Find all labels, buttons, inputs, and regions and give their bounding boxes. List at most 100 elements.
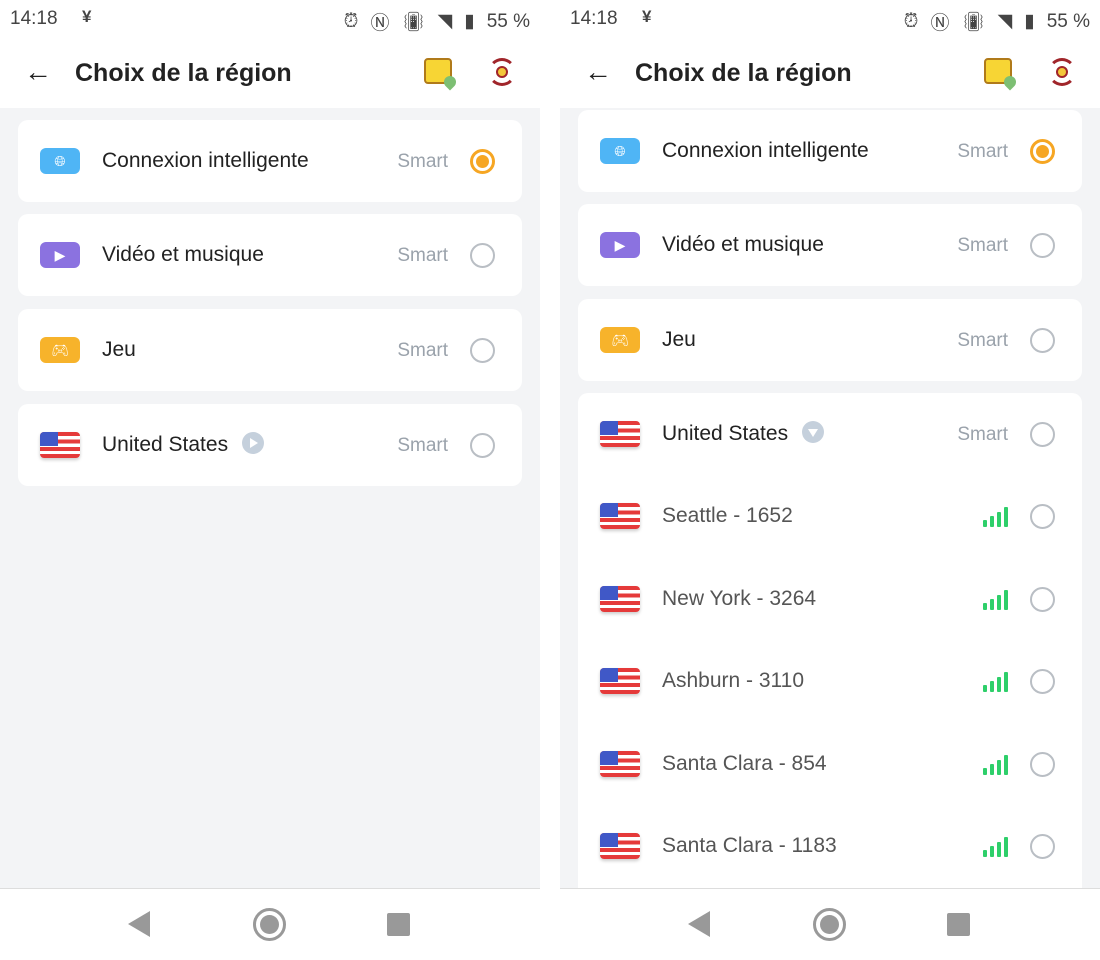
server-row[interactable]: Ashburn - 3110 — [578, 640, 1082, 722]
select-radio[interactable] — [1030, 586, 1055, 612]
us-flag-icon — [600, 585, 640, 612]
signal-bar — [997, 512, 1001, 527]
region-label: United States — [662, 421, 825, 446]
smart-tag: Smart — [957, 330, 1008, 351]
status-time: 14:18 — [570, 8, 618, 29]
status-time: 14:18 — [10, 8, 58, 29]
select-radio[interactable] — [1030, 139, 1055, 164]
usb-debug-icon: ¥ — [642, 7, 652, 26]
refresh-center-icon — [1056, 66, 1068, 78]
globe-icon: 🌐︎ — [600, 138, 640, 164]
location-pin-icon — [441, 73, 459, 91]
server-row[interactable]: Santa Clara - 1183 — [578, 805, 1082, 887]
play-icon: ▶ — [600, 232, 640, 258]
status-icons: ⏰︎ Ⓝ 📳︎ ◥ ▮ 55 % — [904, 8, 1090, 35]
region-card: 🌐︎ Connexion intelligente Smart — [578, 110, 1082, 192]
select-radio[interactable] — [470, 149, 495, 174]
select-radio[interactable] — [1030, 669, 1055, 694]
page-title: Choix de la région — [75, 59, 292, 87]
select-radio[interactable] — [1030, 834, 1055, 859]
region-row[interactable]: 🎮︎ Jeu Smart — [18, 309, 522, 391]
signal-bar — [997, 842, 1001, 857]
smart-tag: Smart — [397, 435, 448, 456]
screen-right: 14:18 ¥ ⏰︎ Ⓝ 📳︎ ◥ ▮ 55 % ← Choix de la région 🌐︎ Co… — [560, 0, 1100, 960]
back-arrow-icon[interactable]: ← — [584, 56, 612, 88]
alarm-icon: ⏰︎ — [343, 10, 359, 32]
signal-strength-icon — [983, 672, 1008, 692]
globe-icon: 🌐︎ — [40, 148, 80, 174]
region-label-text: Santa Clara - 1183 — [662, 834, 837, 857]
nav-recents-button[interactable] — [387, 913, 410, 936]
smart-tag: Smart — [397, 151, 448, 172]
region-label: Seattle - 1652 — [662, 504, 793, 528]
wifi-icon: ◥ — [437, 11, 453, 32]
region-label: New York - 3264 — [662, 587, 816, 611]
signal-bar — [990, 598, 994, 610]
signal-bar — [990, 846, 994, 857]
select-radio[interactable] — [1030, 233, 1055, 258]
screen-left: 14:18 ¥ ⏰︎ Ⓝ 📳︎ ◥ ▮ 55 % ← Choix de la région 🌐︎ Co… — [0, 0, 540, 960]
select-radio[interactable] — [470, 243, 495, 268]
back-arrow-icon[interactable]: ← — [24, 56, 52, 88]
server-row[interactable]: New York - 3264 — [578, 558, 1082, 640]
region-card: United States Smart Seattle - 1652 New York… — [578, 393, 1082, 908]
battery-icon: ▮ — [464, 11, 475, 32]
region-label: Santa Clara - 1183 — [662, 834, 837, 858]
select-radio[interactable] — [470, 338, 495, 363]
region-list-location-icon[interactable] — [424, 58, 459, 91]
nav-recents-button[interactable] — [947, 913, 970, 936]
navigation-bar — [560, 888, 1100, 960]
region-label-text: Vidéo et musique — [102, 243, 264, 266]
us-flag-icon — [40, 432, 80, 458]
region-row[interactable]: 🌐︎ Connexion intelligente Smart — [18, 120, 522, 202]
region-label: Vidéo et musique — [102, 243, 264, 267]
region-label-text: Jeu — [102, 338, 136, 361]
region-row[interactable]: ▶ Vidéo et musique Smart — [578, 204, 1082, 286]
region-label-text: Santa Clara - 854 — [662, 751, 827, 775]
region-label-text: New York - 3264 — [662, 586, 817, 610]
refresh-icon[interactable] — [488, 58, 516, 86]
region-label-text: Seattle - 1652 — [662, 504, 793, 527]
region-row[interactable]: 🌐︎ Connexion intelligente Smart — [578, 110, 1082, 192]
select-radio[interactable] — [1030, 422, 1055, 447]
nav-back-button[interactable] — [688, 911, 710, 937]
nav-home-button[interactable] — [253, 908, 286, 941]
region-list-location-icon[interactable] — [984, 58, 1019, 91]
select-radio[interactable] — [1030, 751, 1055, 777]
signal-bar — [990, 681, 994, 692]
region-label-text: United States — [102, 433, 229, 456]
region-card: ▶ Vidéo et musique Smart — [18, 214, 522, 296]
signal-bar — [990, 763, 994, 775]
region-label-text: Connexion intelligente — [662, 139, 869, 162]
region-row[interactable]: 🎮︎ Jeu Smart — [578, 299, 1082, 381]
region-row[interactable]: United States Smart — [578, 393, 1082, 475]
select-radio[interactable] — [470, 433, 495, 458]
signal-bar — [983, 520, 987, 527]
region-row[interactable]: ▶ Vidéo et musique Smart — [18, 214, 522, 296]
nfc-icon: Ⓝ — [370, 13, 390, 34]
status-bar: 14:18 ¥ ⏰︎ Ⓝ 📳︎ ◥ ▮ 55 % — [560, 0, 1100, 36]
vibrate-icon: 📳︎ — [961, 11, 986, 33]
region-label: Vidéo et musique — [662, 233, 824, 257]
region-label: United States — [102, 432, 265, 457]
region-row[interactable]: United States Smart — [18, 404, 522, 486]
refresh-center-icon — [496, 66, 508, 78]
select-radio[interactable] — [1030, 328, 1055, 353]
refresh-icon[interactable] — [1048, 58, 1076, 86]
signal-strength-icon — [983, 837, 1008, 857]
nav-home-button[interactable] — [813, 908, 846, 941]
alarm-icon: ⏰︎ — [903, 10, 919, 32]
chevron-right-icon[interactable] — [242, 432, 265, 455]
select-radio[interactable] — [1030, 504, 1055, 529]
battery-percent: 55 % — [1046, 10, 1090, 32]
signal-strength-icon — [983, 507, 1008, 527]
region-card: 🌐︎ Connexion intelligente Smart — [18, 120, 522, 202]
nav-back-button[interactable] — [128, 911, 150, 937]
region-label-text: United States — [662, 422, 789, 445]
signal-bar — [1004, 507, 1008, 527]
server-row[interactable]: Seattle - 1652 — [578, 475, 1082, 557]
server-row[interactable]: Santa Clara - 854 — [578, 723, 1082, 805]
region-label: Ashburn - 3110 — [662, 669, 804, 693]
region-card: 🎮︎ Jeu Smart — [578, 299, 1082, 381]
chevron-down-icon[interactable] — [802, 421, 825, 444]
